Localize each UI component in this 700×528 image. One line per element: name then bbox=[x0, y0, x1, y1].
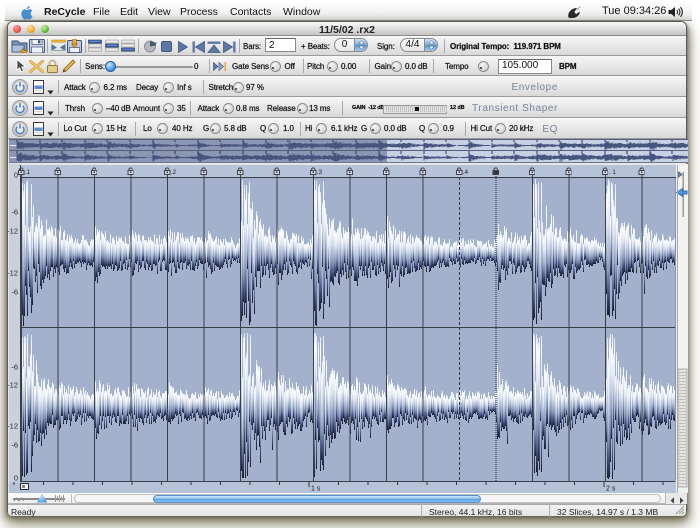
svg-text:.2: .2 bbox=[171, 170, 177, 176]
svg-text:0: 0 bbox=[14, 474, 18, 483]
svg-text:0: 0 bbox=[14, 171, 18, 180]
svg-text:-6: -6 bbox=[11, 363, 18, 372]
svg-text:-6: -6 bbox=[11, 208, 18, 217]
svg-text:.1: .1 bbox=[25, 170, 31, 176]
svg-text:-12: -12 bbox=[8, 381, 18, 390]
svg-text:.4: .4 bbox=[463, 170, 469, 176]
svg-text:-12: -12 bbox=[8, 227, 18, 236]
svg-text:1 s: 1 s bbox=[311, 486, 321, 493]
svg-text:-12: -12 bbox=[8, 269, 18, 278]
svg-text:-12: -12 bbox=[8, 422, 18, 431]
svg-text:2 s: 2 s bbox=[606, 486, 616, 493]
svg-text:. 1: . 1 bbox=[609, 170, 616, 176]
svg-text:-6: -6 bbox=[11, 441, 18, 450]
svg-text:.3: .3 bbox=[317, 170, 323, 176]
svg-text:-6: -6 bbox=[11, 288, 18, 297]
